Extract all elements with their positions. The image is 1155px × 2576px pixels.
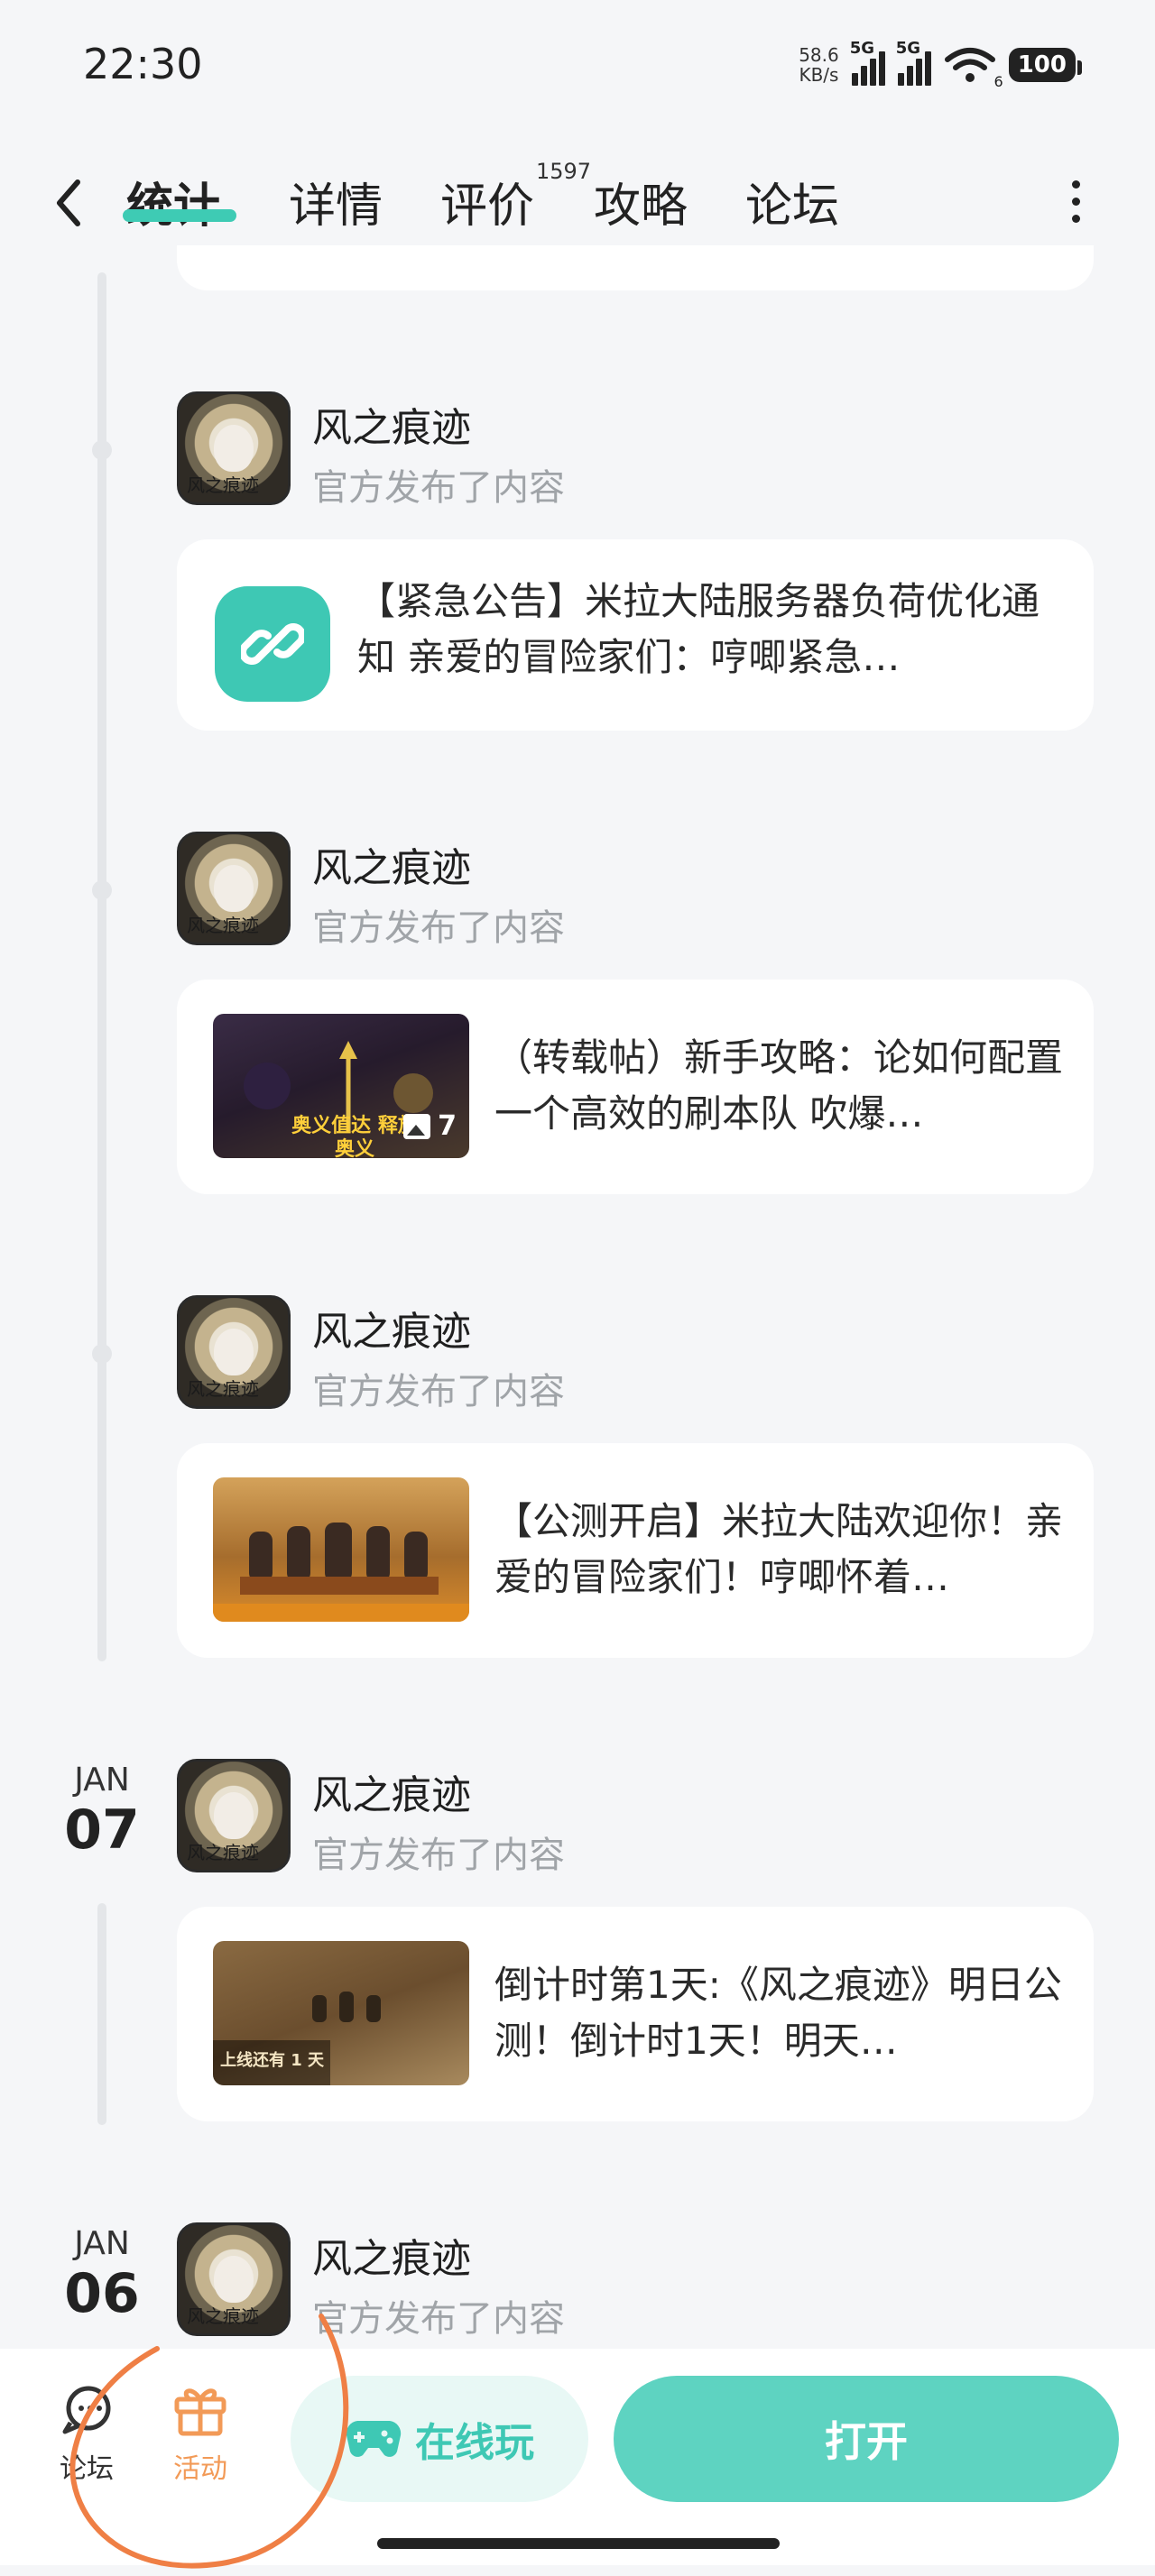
date-month: JAN [74, 1762, 130, 1799]
signal-label: 5G [895, 39, 921, 58]
tab-forum[interactable]: 论坛 [745, 168, 839, 235]
post-card[interactable]: 奥义值达 释放奥义 7 （转载帖）新手攻略：论如何配置一个高效的刷本队 吹爆… [177, 980, 1094, 1194]
active-tab-indicator [123, 209, 236, 222]
post-card-text: 倒计时第1天:《风之痕迹》明日公测！倒计时1天！明天… [494, 1963, 1062, 2063]
post-thumbnail [213, 1477, 469, 1622]
post-card[interactable]: 【公测开启】米拉大陆欢迎你！亲爱的冒险家们！哼唧怀着… [177, 1443, 1094, 1658]
post-author[interactable]: 风之痕迹 [312, 835, 471, 893]
status-time: 22:30 [83, 40, 203, 88]
tab-guides[interactable]: 攻略 [594, 168, 688, 235]
post-thumbnail: 奥义值达 释放奥义 7 [213, 1014, 469, 1158]
timeline-line [97, 272, 106, 1661]
net-speed: 58.6 KB/s [799, 45, 839, 85]
post-author[interactable]: 风之痕迹 [312, 1299, 471, 1357]
date-month: JAN [74, 2225, 130, 2262]
avatar[interactable]: 风之痕迹 [177, 832, 291, 945]
image-icon [403, 1113, 431, 1139]
post-card[interactable]: 【紧急公告】米拉大陆服务器负荷优化通知 亲爱的冒险家们：哼唧紧急… [177, 539, 1094, 731]
thumbnail-caption: 上线还有 1 天 [220, 2051, 325, 2070]
post-action: 官方发布了内容 [312, 1835, 565, 1876]
link-icon [215, 586, 330, 702]
status-bar: 22:30 58.6 KB/s 5G 5G 6 100 [0, 0, 1155, 135]
avatar[interactable]: 风之痕迹 [177, 1295, 291, 1409]
image-count-badge: 7 [403, 1110, 457, 1142]
open-button-label: 打开 [825, 2417, 908, 2466]
avatar-logo-text: 风之痕迹 [187, 915, 259, 936]
post-action: 官方发布了内容 [312, 907, 565, 949]
timeline-dot [92, 880, 112, 900]
previous-card[interactable] [177, 245, 1094, 290]
avatar-logo-text: 风之痕迹 [187, 1378, 259, 1400]
signal-icon: 5G [850, 39, 885, 86]
review-count-badge: 1597 [536, 159, 592, 184]
avatar[interactable]: 风之痕迹 [177, 1759, 291, 1872]
post-author[interactable]: 风之痕迹 [312, 2226, 471, 2284]
post-action: 官方发布了内容 [312, 467, 565, 509]
tab-statistics[interactable]: 统计 [126, 168, 220, 235]
more-menu-button[interactable] [1070, 180, 1081, 224]
annotation-circle [69, 2314, 349, 2569]
open-button[interactable]: 打开 [614, 2376, 1119, 2502]
post-date: JAN 07 [61, 1762, 143, 1863]
wifi-icon: 6 [944, 45, 1003, 90]
thumbnail-caption: 奥义值达 释放奥义 [291, 1115, 418, 1158]
post-card-text: （转载帖）新手攻略：论如何配置一个高效的刷本队 吹爆… [494, 1035, 1064, 1136]
avatar[interactable]: 风之痕迹 [177, 391, 291, 505]
timeline-dot [92, 440, 112, 460]
post-card-text: 【公测开启】米拉大陆欢迎你！亲爱的冒险家们！哼唧怀着… [494, 1499, 1064, 1599]
tab-details[interactable]: 详情 [289, 168, 383, 235]
date-day: 07 [64, 1799, 140, 1862]
wifi-sub-label: 6 [993, 73, 1003, 90]
post-header[interactable]: 风之痕迹 风之痕迹 官方发布了内容 [177, 832, 989, 949]
post-author[interactable]: 风之痕迹 [312, 1762, 471, 1820]
back-button[interactable] [51, 171, 87, 235]
avatar-logo-text: 风之痕迹 [187, 474, 259, 496]
post-header[interactable]: 风之痕迹 风之痕迹 官方发布了内容 [177, 1759, 989, 1876]
post-header[interactable]: 风之痕迹 风之痕迹 官方发布了内容 [177, 391, 989, 509]
chevron-left-icon [57, 179, 80, 226]
status-icons: 58.6 KB/s 5G 5G 6 100 [799, 39, 1083, 90]
post-card-text: 【紧急公告】米拉大陆服务器负荷优化通知 亲爱的冒险家们：哼唧紧急… [357, 579, 1040, 679]
post-action: 官方发布了内容 [312, 1371, 565, 1412]
post-header[interactable]: 风之痕迹 风之痕迹 官方发布了内容 [177, 1295, 989, 1412]
post-thumbnail: 上线还有 1 天 [213, 1941, 469, 2085]
post-card[interactable]: 上线还有 1 天 倒计时第1天:《风之痕迹》明日公测！倒计时1天！明天… [177, 1907, 1094, 2121]
timeline-dot [92, 1344, 112, 1364]
avatar-logo-text: 风之痕迹 [187, 1842, 259, 1863]
signal-label: 5G [849, 39, 875, 58]
signal-icon: 5G [896, 39, 931, 86]
post-author[interactable]: 风之痕迹 [312, 395, 471, 453]
image-count: 7 [438, 1110, 457, 1142]
tab-reviews[interactable]: 评价 [440, 168, 534, 235]
battery-icon: 100 [1008, 48, 1083, 82]
net-speed-value: 58.6 [799, 44, 839, 66]
online-play-label: 在线玩 [415, 2420, 534, 2466]
home-indicator[interactable] [377, 2538, 780, 2549]
net-speed-unit: KB/s [799, 64, 839, 86]
timeline-line [97, 1903, 106, 2125]
